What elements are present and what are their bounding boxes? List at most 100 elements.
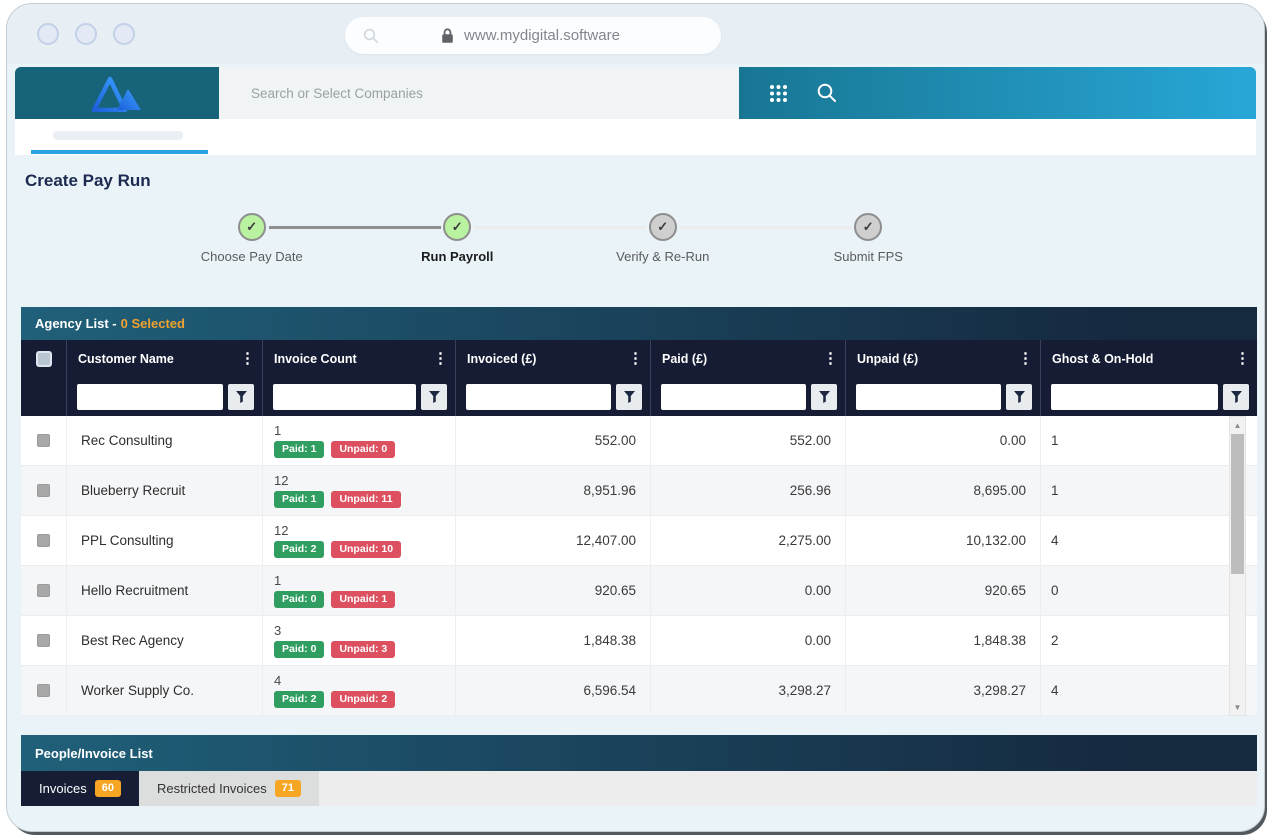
funnel-icon bbox=[429, 391, 440, 403]
check-icon[interactable]: ✓ bbox=[649, 213, 677, 241]
table-row[interactable]: PPL Consulting 12 Paid: 2 Unpaid: 10 12,… bbox=[21, 516, 1257, 566]
filter-cell bbox=[846, 377, 1041, 416]
invoice-count-value: 4 bbox=[274, 673, 281, 688]
window-minimize-button[interactable] bbox=[75, 23, 97, 45]
table-row[interactable]: Rec Consulting 1 Paid: 1 Unpaid: 0 552.0… bbox=[21, 416, 1257, 466]
row-checkbox[interactable] bbox=[37, 684, 50, 697]
grid-dots-icon bbox=[769, 84, 788, 103]
ghost-onhold-cell: 1 bbox=[1041, 466, 1257, 515]
browser-window: www.mydigital.software Search or Select … bbox=[6, 3, 1265, 832]
kebab-menu-icon[interactable]: ⋮ bbox=[240, 351, 255, 366]
lock-icon bbox=[440, 27, 455, 44]
column-filter-button[interactable] bbox=[616, 384, 642, 410]
column-header-paid[interactable]: Paid (£) ⋮ bbox=[651, 340, 846, 377]
url-text: www.mydigital.software bbox=[464, 27, 620, 44]
row-checkbox[interactable] bbox=[37, 434, 50, 447]
column-filter-button[interactable] bbox=[1006, 384, 1032, 410]
column-filter-input[interactable] bbox=[1051, 384, 1218, 410]
active-nav-tab[interactable] bbox=[31, 119, 208, 155]
funnel-icon bbox=[819, 391, 830, 403]
step-run-payroll: ✓ Run Payroll bbox=[355, 213, 561, 264]
invoiced-cell: 552.00 bbox=[456, 416, 651, 465]
company-search-input[interactable]: Search or Select Companies bbox=[219, 67, 739, 119]
step-label: Run Payroll bbox=[421, 249, 493, 264]
row-checkbox[interactable] bbox=[37, 634, 50, 647]
unpaid-cell: 920.65 bbox=[846, 566, 1041, 615]
unpaid-badge: Unpaid: 10 bbox=[331, 541, 401, 558]
column-header-unpaid[interactable]: Unpaid (£) ⋮ bbox=[846, 340, 1041, 377]
paid-cell: 0.00 bbox=[651, 566, 846, 615]
table-row[interactable]: Worker Supply Co. 4 Paid: 2 Unpaid: 2 6,… bbox=[21, 666, 1257, 716]
company-search-placeholder: Search or Select Companies bbox=[251, 86, 423, 101]
kebab-menu-icon[interactable]: ⋮ bbox=[628, 351, 643, 366]
page-title: Create Pay Run bbox=[25, 171, 1264, 191]
header-search-button[interactable] bbox=[816, 82, 838, 104]
payrun-stepper: ✓ Choose Pay Date ✓ Run Payroll ✓ Verify… bbox=[149, 213, 971, 269]
window-zoom-button[interactable] bbox=[113, 23, 135, 45]
header-toolbar bbox=[739, 67, 1256, 119]
table-row[interactable]: Best Rec Agency 3 Paid: 0 Unpaid: 3 1,84… bbox=[21, 616, 1257, 666]
window-close-button[interactable] bbox=[37, 23, 59, 45]
column-header-invoiced[interactable]: Invoiced (£) ⋮ bbox=[456, 340, 651, 377]
column-filter-input[interactable] bbox=[466, 384, 611, 410]
kebab-menu-icon[interactable]: ⋮ bbox=[1235, 351, 1250, 366]
app-logo[interactable] bbox=[15, 67, 219, 119]
unpaid-badge: Unpaid: 0 bbox=[331, 441, 395, 458]
table-header-row: Customer Name ⋮ Invoice Count ⋮ Invoiced… bbox=[21, 340, 1257, 377]
row-checkbox[interactable] bbox=[37, 534, 50, 547]
kebab-menu-icon[interactable]: ⋮ bbox=[1018, 351, 1033, 366]
ghost-onhold-cell: 0 bbox=[1041, 566, 1257, 615]
invoiced-cell: 920.65 bbox=[456, 566, 651, 615]
row-checkbox[interactable] bbox=[37, 484, 50, 497]
column-filter-button[interactable] bbox=[228, 384, 254, 410]
column-filter-input[interactable] bbox=[856, 384, 1001, 410]
kebab-menu-icon[interactable]: ⋮ bbox=[433, 351, 448, 366]
column-filter-input[interactable] bbox=[77, 384, 223, 410]
check-icon[interactable]: ✓ bbox=[854, 213, 882, 241]
column-filter-button[interactable] bbox=[1223, 384, 1249, 410]
customer-name-cell: Blueberry Recruit bbox=[67, 466, 263, 515]
column-filter-button[interactable] bbox=[811, 384, 837, 410]
filter-cell bbox=[263, 377, 456, 416]
table-row[interactable]: Hello Recruitment 1 Paid: 0 Unpaid: 1 92… bbox=[21, 566, 1257, 616]
invoice-count-cell: 4 Paid: 2 Unpaid: 2 bbox=[263, 666, 456, 715]
invoice-count-value: 12 bbox=[274, 473, 288, 488]
column-filter-input[interactable] bbox=[661, 384, 806, 410]
kebab-menu-icon[interactable]: ⋮ bbox=[823, 351, 838, 366]
customer-name-cell: Best Rec Agency bbox=[67, 616, 263, 665]
invoiced-cell: 1,848.38 bbox=[456, 616, 651, 665]
paid-cell: 2,275.00 bbox=[651, 516, 846, 565]
scroll-up-arrow-icon[interactable]: ▲ bbox=[1230, 418, 1245, 432]
paid-badge: Paid: 0 bbox=[274, 591, 324, 608]
stepper-connector bbox=[269, 226, 441, 229]
apps-grid-button[interactable] bbox=[769, 84, 788, 103]
window-controls bbox=[37, 23, 135, 45]
check-icon[interactable]: ✓ bbox=[443, 213, 471, 241]
unpaid-badge: Unpaid: 11 bbox=[331, 491, 400, 508]
invoice-count-cell: 3 Paid: 0 Unpaid: 3 bbox=[263, 616, 456, 665]
scroll-down-arrow-icon[interactable]: ▼ bbox=[1230, 700, 1245, 714]
tab-restricted-invoices[interactable]: Restricted Invoices 71 bbox=[139, 771, 319, 806]
address-bar[interactable]: www.mydigital.software bbox=[345, 17, 721, 54]
column-header-invoice-count[interactable]: Invoice Count ⋮ bbox=[263, 340, 456, 377]
invoice-count-cell: 12 Paid: 1 Unpaid: 11 bbox=[263, 466, 456, 515]
column-header-customer-name[interactable]: Customer Name ⋮ bbox=[67, 340, 263, 377]
tab-invoices[interactable]: Invoices 60 bbox=[21, 771, 139, 806]
column-header-ghost-onhold[interactable]: Ghost & On-Hold ⋮ bbox=[1041, 340, 1257, 377]
filter-cell bbox=[456, 377, 651, 416]
funnel-icon bbox=[624, 391, 635, 403]
scrollbar-thumb[interactable] bbox=[1231, 434, 1244, 574]
column-filter-input[interactable] bbox=[273, 384, 416, 410]
table-scrollbar[interactable]: ▲ ▼ bbox=[1229, 416, 1246, 716]
selected-count: 0 Selected bbox=[121, 316, 185, 331]
step-verify-rerun: ✓ Verify & Re-Run bbox=[560, 213, 766, 264]
table-row[interactable]: Blueberry Recruit 12 Paid: 1 Unpaid: 11 … bbox=[21, 466, 1257, 516]
select-all-checkbox[interactable] bbox=[36, 351, 52, 367]
column-filter-button[interactable] bbox=[421, 384, 447, 410]
mountain-logo-icon bbox=[88, 74, 146, 112]
check-icon[interactable]: ✓ bbox=[238, 213, 266, 241]
paid-badge: Paid: 1 bbox=[274, 441, 324, 458]
row-checkbox[interactable] bbox=[37, 584, 50, 597]
invoice-count-cell: 12 Paid: 2 Unpaid: 10 bbox=[263, 516, 456, 565]
paid-cell: 256.96 bbox=[651, 466, 846, 515]
